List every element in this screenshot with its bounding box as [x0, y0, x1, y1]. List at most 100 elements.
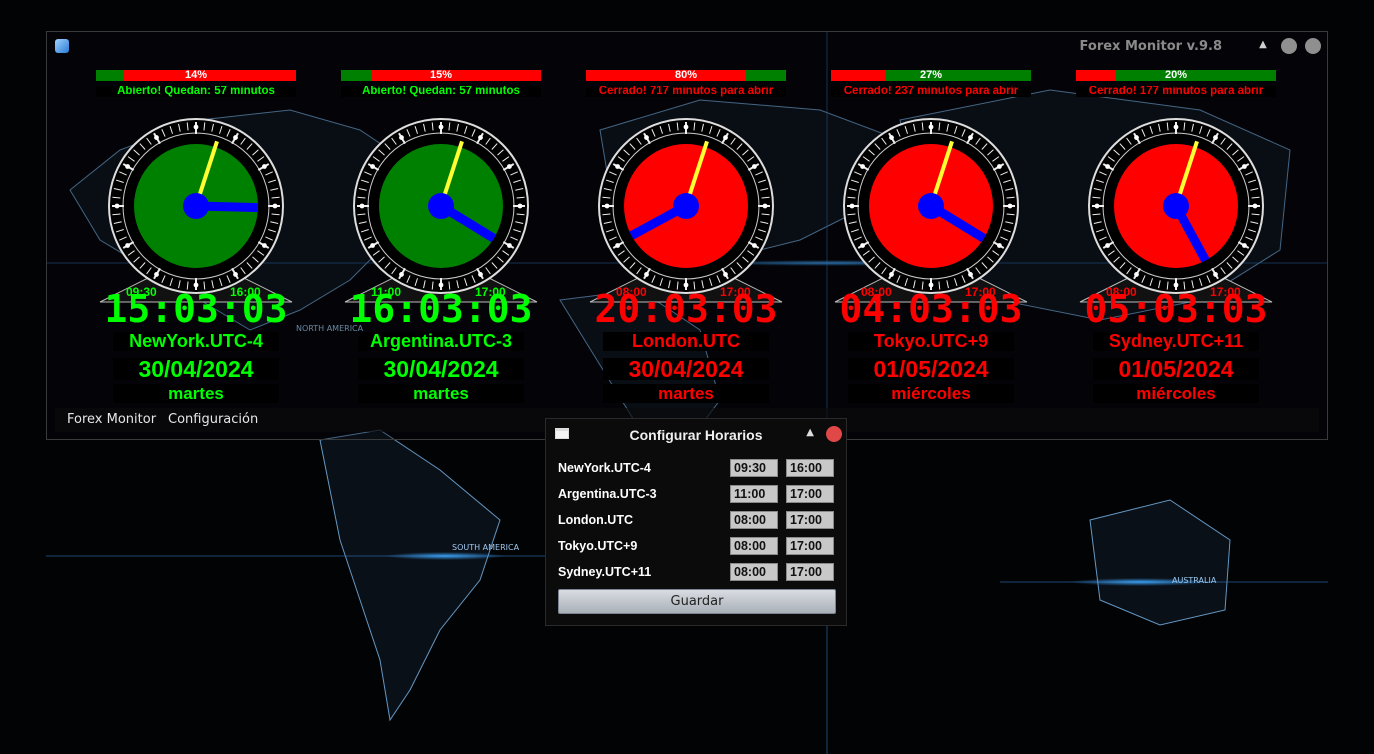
- close-time-input[interactable]: [786, 563, 834, 581]
- market-panel: 15% Abierto! Quedan: 57 minutos 11:00 17…: [341, 68, 541, 408]
- arrow-up-icon[interactable]: ▲: [1257, 39, 1269, 51]
- schedule-row: Tokyo.UTC+9: [558, 537, 838, 557]
- clock-hour-dot: [1134, 272, 1139, 277]
- clock-center-cap: [1163, 193, 1189, 219]
- schedule-row: NewYork.UTC-4: [558, 459, 838, 479]
- timezone-label: London.UTC: [603, 332, 769, 351]
- market-status-text: Cerrado! 237 minutos para abrir: [831, 86, 1031, 97]
- session-progress-bar: 27%: [831, 70, 1031, 81]
- open-time-input[interactable]: [730, 563, 778, 581]
- clock-hour-dot: [762, 203, 768, 209]
- clock-hour-dot: [154, 135, 159, 140]
- clock-hour-dot: [517, 203, 523, 209]
- clock-hour-dot: [1242, 164, 1247, 169]
- clock-hour-dot: [370, 243, 375, 248]
- market-status-text: Cerrado! 177 minutos para abrir: [1076, 86, 1276, 97]
- clock-hour-dot: [644, 272, 649, 277]
- progress-percent: 80%: [674, 69, 698, 81]
- clock-hour-dot: [438, 124, 444, 130]
- clock-hour-dot: [1105, 243, 1110, 248]
- dialog-title-bar[interactable]: Configurar Horarios ▲: [546, 419, 846, 449]
- progress-percent: 14%: [184, 69, 208, 81]
- clock-hour-dot: [507, 243, 512, 248]
- dialog-close-button[interactable]: [826, 426, 842, 442]
- menu-item-forex-monitor[interactable]: Forex Monitor: [67, 412, 156, 427]
- clock-hour-dot: [1242, 243, 1247, 248]
- minimize-button[interactable]: [1281, 38, 1297, 54]
- clock-hour-dot: [1213, 272, 1218, 277]
- menu-item-configuracion[interactable]: Configuración: [168, 412, 258, 427]
- close-button[interactable]: [1305, 38, 1321, 54]
- clock-hour-dot: [968, 135, 973, 140]
- open-time-input[interactable]: [730, 459, 778, 477]
- clock-hour-dot: [723, 272, 728, 277]
- timezone-label: Argentina.UTC-3: [358, 332, 524, 351]
- weekday-label: miércoles: [1093, 384, 1259, 403]
- map-label-south-america: SOUTH AMERICA: [452, 543, 520, 552]
- weekday-label: martes: [603, 384, 769, 403]
- clock-hour-dot: [370, 164, 375, 169]
- progress-percent: 20%: [1164, 69, 1188, 81]
- schedule-market-name: London.UTC: [558, 513, 633, 527]
- date-label: 30/04/2024: [603, 358, 769, 381]
- clock-hour-dot: [478, 272, 483, 277]
- analog-clock: [344, 118, 538, 303]
- date-label: 01/05/2024: [848, 358, 1014, 381]
- schedule-row: London.UTC: [558, 511, 838, 531]
- clock-hour-dot: [233, 135, 238, 140]
- clock-hour-dot: [752, 243, 757, 248]
- open-time-input[interactable]: [730, 511, 778, 529]
- market-panel: 80% Cerrado! 717 minutos para abrir 08:0…: [586, 68, 786, 408]
- clock-hour-dot: [752, 164, 757, 169]
- session-progress-bar: 14%: [96, 70, 296, 81]
- close-time-input[interactable]: [786, 459, 834, 477]
- clock-hour-dot: [860, 243, 865, 248]
- clock-hour-dot: [507, 164, 512, 169]
- market-panel: 14% Abierto! Quedan: 57 minutos 09:30 16…: [96, 68, 296, 408]
- digital-time: 04:03:03: [839, 287, 1023, 331]
- market-status-text: Cerrado! 717 minutos para abrir: [586, 86, 786, 97]
- close-time-input[interactable]: [786, 485, 834, 503]
- main-window: Forex Monitor v.9.8 ▲ 14% Abierto! Queda…: [46, 31, 1328, 440]
- digital-time: 15:03:03: [104, 287, 288, 331]
- close-time-input[interactable]: [786, 511, 834, 529]
- schedule-row: Sydney.UTC+11: [558, 563, 838, 583]
- clock-hour-dot: [272, 203, 278, 209]
- clock-center-cap: [918, 193, 944, 219]
- progress-percent: 15%: [429, 69, 453, 81]
- clock-hour-dot: [997, 243, 1002, 248]
- clock-hour-dot: [399, 272, 404, 277]
- globe-icon: [55, 39, 69, 53]
- open-time-input[interactable]: [730, 485, 778, 503]
- title-bar[interactable]: Forex Monitor v.9.8 ▲: [47, 32, 1327, 60]
- clock-center-cap: [673, 193, 699, 219]
- weekday-label: martes: [113, 384, 279, 403]
- session-progress-bar: 15%: [341, 70, 541, 81]
- market-panel: 27% Cerrado! 237 minutos para abrir 08:0…: [831, 68, 1031, 408]
- session-progress-bar: 20%: [1076, 70, 1276, 81]
- clock-hour-dot: [849, 203, 855, 209]
- schedule-market-name: Sydney.UTC+11: [558, 565, 652, 579]
- window-title: Forex Monitor v.9.8: [1079, 39, 1222, 54]
- clock-hour-dot: [889, 272, 894, 277]
- close-time-input[interactable]: [786, 537, 834, 555]
- open-time-input[interactable]: [730, 537, 778, 555]
- clock-hour-dot: [114, 203, 120, 209]
- clock-hour-dot: [154, 272, 159, 277]
- clock-hour-dot: [1213, 135, 1218, 140]
- market-status-text: Abierto! Quedan: 57 minutos: [96, 86, 296, 97]
- clock-hour-dot: [359, 203, 365, 209]
- clock-hour-dot: [644, 135, 649, 140]
- weekday-label: miércoles: [848, 384, 1014, 403]
- clock-hour-dot: [889, 135, 894, 140]
- clock-hour-dot: [968, 272, 973, 277]
- clock-hour-dot: [193, 124, 199, 130]
- market-status-text: Abierto! Quedan: 57 minutos: [341, 86, 541, 97]
- market-panel: 20% Cerrado! 177 minutos para abrir 08:0…: [1076, 68, 1276, 408]
- save-button[interactable]: Guardar: [558, 589, 836, 614]
- analog-clock: [99, 118, 293, 303]
- clock-hour-dot: [860, 164, 865, 169]
- schedule-dialog: Configurar Horarios ▲ NewYork.UTC-4 Arge…: [545, 418, 847, 626]
- arrow-up-icon[interactable]: ▲: [806, 427, 814, 438]
- clock-hour-dot: [1252, 203, 1258, 209]
